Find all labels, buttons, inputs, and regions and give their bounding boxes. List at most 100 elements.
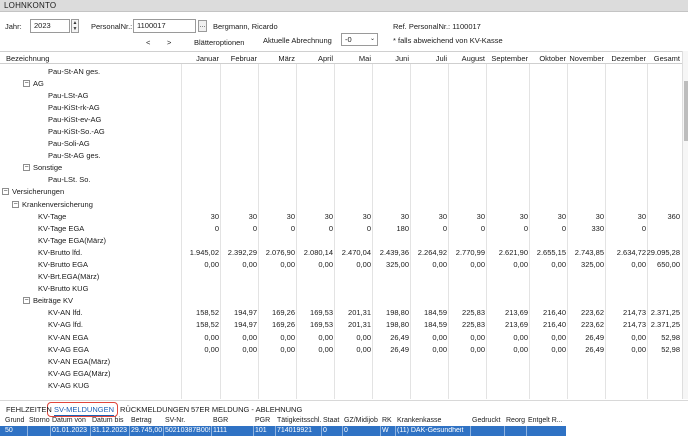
value-cell: 0,00 xyxy=(470,344,485,354)
column-header[interactable]: Juni xyxy=(395,54,409,63)
bottom-column-header[interactable]: PGR xyxy=(255,417,270,424)
table-row[interactable]: KV-Tage EGA(März) xyxy=(0,234,682,246)
value-cell: 360 xyxy=(667,211,680,221)
abrechnung-select[interactable]: -0 ⌄ xyxy=(341,33,378,46)
table-row[interactable]: KV-Brutto lfd. 1.945,02 2.392,29 2.076,90 2.… xyxy=(0,246,682,258)
table-row[interactable]: Pau-KiSt-ev-AG xyxy=(0,113,682,125)
column-header[interactable]: Juli xyxy=(436,54,447,63)
column-header[interactable]: Gesamt xyxy=(654,54,680,63)
bottom-column-header[interactable]: Datum bis xyxy=(92,417,124,424)
table-row[interactable]: KV-Tage EGA 0 0 0 0 0 180 0 0 0 0 330 0 xyxy=(0,222,682,234)
bottom-column-header[interactable]: RK xyxy=(382,417,392,424)
table-row[interactable]: KV-Brt.EGA(März) xyxy=(0,271,682,283)
bottom-column-header[interactable]: Betrag xyxy=(131,417,152,424)
value-cell: 0 xyxy=(561,223,566,233)
column-header-bezeichnung[interactable]: Bezeichnung xyxy=(6,54,49,63)
table-row[interactable]: KV-Brutto EGA 0,00 0,00 0,00 0,00 0,00 325,00 0… xyxy=(0,259,682,271)
table-row[interactable]: KV-AG lfd. 158,52 194,97 169,26 169,53 201,31… xyxy=(0,319,682,331)
table-row[interactable]: − Versicherungen xyxy=(0,186,682,198)
table-row[interactable]: Pau-KiSt-So.-AG xyxy=(0,125,682,137)
bottom-column-header[interactable]: SV-Nr. xyxy=(165,417,185,424)
table-row[interactable]: KV-AG KUG xyxy=(0,379,682,391)
table-row[interactable]: Pau-St-AG ges. xyxy=(0,150,682,162)
collapse-toggle-icon[interactable]: − xyxy=(2,188,9,196)
value-cell: 29.095,28 xyxy=(646,247,680,257)
row-label: Pau-LSt-AG xyxy=(48,90,89,100)
bottom-column-header[interactable]: Staat xyxy=(323,417,339,424)
table-row[interactable]: − Sonstige xyxy=(0,162,682,174)
table-row[interactable]: − Beiträge KV xyxy=(0,295,682,307)
tab-rueckmeldungen[interactable]: RÜCKMELDUNGEN xyxy=(120,405,189,414)
grid-scrollbar[interactable] xyxy=(682,51,688,399)
column-header[interactable]: September xyxy=(491,54,528,63)
table-row[interactable]: KV-AG EGA(März) xyxy=(0,367,682,379)
tab-57er-meldung[interactable]: 57ER MELDUNG - ABLEHNUNG xyxy=(191,405,302,414)
value-cell: 184,59 xyxy=(424,320,447,330)
table-row[interactable]: KV-Tage 30 30 30 30 30 30 30 30 30 30 30 30 360 xyxy=(0,210,682,222)
bottom-column-header[interactable]: Storno xyxy=(29,417,50,424)
value-cell: 225,83 xyxy=(462,320,485,330)
value-cell: 198,80 xyxy=(386,320,409,330)
browse-button[interactable]: ... xyxy=(198,20,207,32)
tab-sv-meldungen[interactable]: SV-MELDUNGEN xyxy=(54,405,115,416)
prev-button[interactable]: < xyxy=(146,38,150,47)
scrollbar-thumb[interactable] xyxy=(684,81,688,141)
bottom-column-header[interactable]: Grund xyxy=(5,417,24,424)
row-label: KV-Tage xyxy=(38,211,67,221)
value-cell: 325,00 xyxy=(386,260,409,269)
column-header[interactable]: April xyxy=(318,54,333,63)
column-header[interactable]: Dezember xyxy=(611,54,646,63)
value-cell: 330 xyxy=(591,223,604,233)
value-cell: 30 xyxy=(324,211,333,221)
bottom-column-header[interactable]: BGR xyxy=(213,417,228,424)
blaetter-options[interactable]: Blätteroptionen xyxy=(194,38,244,47)
bottom-column-header[interactable]: Entgelt R... xyxy=(528,417,563,424)
collapse-toggle-icon[interactable]: − xyxy=(23,79,30,87)
column-header[interactable]: August xyxy=(462,54,485,63)
table-row[interactable]: KV-AN lfd. 158,52 194,97 169,26 169,53 201,31… xyxy=(0,307,682,319)
column-header[interactable]: Januar xyxy=(196,54,219,63)
table-row[interactable]: Pau-LSt. So. xyxy=(0,174,682,186)
table-row[interactable]: − Krankenversicherung xyxy=(0,198,682,210)
column-header[interactable]: März xyxy=(278,54,295,63)
bottom-column-header[interactable]: Gedruckt xyxy=(472,417,500,424)
bottom-column-header[interactable]: Reorg xyxy=(506,417,525,424)
value-cell: 2.655,15 xyxy=(536,247,566,257)
value-cell: 158,52 xyxy=(196,308,219,318)
next-button[interactable]: > xyxy=(167,38,171,47)
bottom-column-header[interactable]: GZ/Midijob xyxy=(344,417,378,424)
value-cell: 30 xyxy=(637,211,646,221)
spin-down-icon[interactable]: ▼ xyxy=(72,26,78,32)
value-cell: 0,00 xyxy=(204,344,219,354)
table-row[interactable]: KV-Brutto KUG xyxy=(0,283,682,295)
personalnr-input[interactable]: 1100017 xyxy=(133,19,196,33)
bottom-column-header[interactable]: Krankenkasse xyxy=(397,417,441,424)
personalnr-label: PersonalNr.: xyxy=(91,22,133,31)
tab-fehlzeiten[interactable]: FEHLZEITEN xyxy=(6,405,52,414)
column-header[interactable]: Februar xyxy=(231,54,257,63)
collapse-toggle-icon[interactable]: − xyxy=(23,164,30,172)
table-row[interactable]: KV-AN EGA(März) xyxy=(0,355,682,367)
cell-divider xyxy=(163,426,164,436)
value-cell: 26,49 xyxy=(585,344,604,354)
bottom-column-header[interactable]: Datum von xyxy=(52,417,86,424)
sv-meldungen-grid[interactable]: Grund Storno Datum von Datum bis Betrag SV-Nr… xyxy=(0,417,688,446)
table-row[interactable]: Pau-St-AN ges. xyxy=(0,65,682,77)
table-row[interactable]: KV-AN EGA 0,00 0,00 0,00 0,00 0,00 26,49 0,00 0,… xyxy=(0,331,682,343)
grid-rows: Pau-St-AN ges. − AG Pau-LSt-AG Pau-KiSt-rk-A… xyxy=(0,65,682,392)
column-header[interactable]: Mai xyxy=(359,54,371,63)
bottom-column-header[interactable]: Tätigkeitsschl. xyxy=(277,417,321,424)
collapse-toggle-icon[interactable]: − xyxy=(23,297,30,305)
lohnkonto-grid[interactable]: Bezeichnung Januar Februar März April Mai Juni… xyxy=(0,51,682,399)
table-row[interactable]: Pau-LSt-AG xyxy=(0,89,682,101)
year-spinner[interactable]: ▲ ▼ xyxy=(71,19,79,33)
value-cell: 0,00 xyxy=(432,344,447,354)
collapse-toggle-icon[interactable]: − xyxy=(12,200,19,208)
column-header[interactable]: November xyxy=(569,54,604,63)
table-row[interactable]: KV-AG EGA 0,00 0,00 0,00 0,00 0,00 26,49 0,00 0,… xyxy=(0,343,682,355)
year-input[interactable]: 2023 xyxy=(30,19,70,33)
table-row[interactable]: Pau-KiSt-rk-AG xyxy=(0,101,682,113)
column-header[interactable]: Oktober xyxy=(539,54,566,63)
table-row[interactable]: − AG xyxy=(0,77,682,89)
table-row[interactable]: Pau-Soli-AG xyxy=(0,138,682,150)
